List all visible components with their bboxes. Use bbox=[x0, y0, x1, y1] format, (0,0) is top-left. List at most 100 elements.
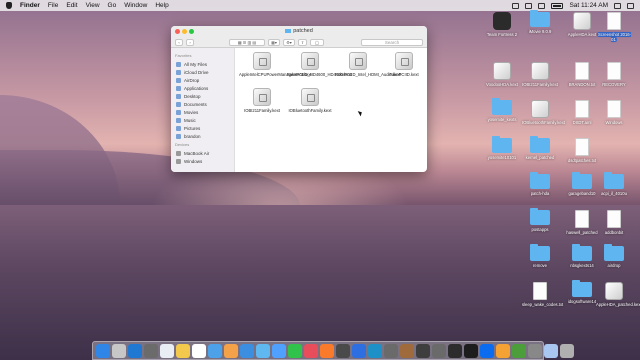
dock-app-icon[interactable] bbox=[416, 343, 430, 358]
desktop-icon-item[interactable]: nbsgkexts14 bbox=[564, 244, 600, 268]
apple-menu-icon[interactable] bbox=[6, 2, 12, 9]
dock-app-icon[interactable] bbox=[368, 343, 382, 358]
menu-app-name[interactable]: Finder bbox=[20, 2, 40, 9]
desktop-icon-item[interactable]: remove bbox=[522, 244, 558, 268]
sidebar-item-brandon[interactable]: brandon bbox=[171, 132, 234, 140]
desktop-icon-item[interactable]: DSDT.aml bbox=[564, 100, 600, 125]
sidebar-item-documents[interactable]: Documents bbox=[171, 100, 234, 108]
dock-app-icon[interactable] bbox=[480, 343, 494, 358]
desktop-icon-item[interactable]: AppleHDA.kext bbox=[564, 12, 600, 37]
sidebar-item-applications[interactable]: Applications bbox=[171, 84, 234, 92]
file-item[interactable]: FakePCIID_HD4600_HD4400.kext bbox=[287, 52, 352, 77]
spotlight-icon[interactable] bbox=[614, 2, 621, 9]
desktop-icon-item[interactable]: Screenshot 2016-01 bbox=[596, 12, 632, 42]
finder-titlebar[interactable]: patched bbox=[171, 26, 427, 37]
sidebar-item-pictures[interactable]: Pictures bbox=[171, 124, 234, 132]
dock-app-icon[interactable] bbox=[512, 343, 526, 358]
desktop-icon-item[interactable]: haswell_patched bbox=[564, 210, 600, 235]
battery-icon[interactable] bbox=[551, 2, 564, 9]
dock-app-icon[interactable] bbox=[496, 343, 510, 358]
desktop-icon-item[interactable]: yosemite10101 bbox=[484, 136, 520, 160]
desktop-icon-item[interactable]: postapps bbox=[522, 208, 558, 232]
desktop-icon-item[interactable]: Team Fortress 2 bbox=[484, 12, 520, 37]
dock-app-icon[interactable] bbox=[544, 343, 558, 358]
desktop-icon-item[interactable]: VoodooHDA.kext bbox=[484, 62, 520, 87]
desktop-icon-item[interactable]: sleep_wake_codes.txt bbox=[522, 282, 563, 307]
menu-window[interactable]: Window bbox=[124, 2, 147, 9]
sidebar-item-music[interactable]: Music bbox=[171, 116, 234, 124]
forward-button[interactable]: › bbox=[186, 38, 194, 46]
dock-app-icon[interactable] bbox=[128, 343, 142, 358]
dock-app-icon[interactable] bbox=[288, 343, 302, 358]
desktop-icon-item[interactable]: AppleHDA_patched.kext bbox=[596, 282, 640, 307]
file-item[interactable]: FakePCIID_Intel_HDMI_Audio.kext bbox=[335, 52, 401, 77]
desktop-icon-item[interactable]: IOBluetoothFamily.kext bbox=[522, 100, 565, 125]
dock-app-icon[interactable] bbox=[352, 343, 366, 358]
minimize-button[interactable] bbox=[182, 29, 187, 34]
view-mode-switcher[interactable]: ▦ ☰ ▥ ▤ bbox=[229, 38, 265, 46]
dock-app-icon[interactable] bbox=[336, 343, 350, 358]
menu-file[interactable]: File bbox=[48, 2, 58, 9]
dock-app-icon[interactable] bbox=[560, 343, 574, 358]
search-input[interactable]: Search bbox=[361, 38, 423, 46]
sidebar-item-all-my-files[interactable]: All My Files bbox=[171, 60, 234, 68]
dock-app-icon[interactable] bbox=[528, 343, 542, 358]
desktop-icon-item[interactable]: RECOVERY bbox=[596, 62, 632, 87]
desktop-icon-item[interactable]: patch-hda bbox=[522, 172, 558, 196]
menu-go[interactable]: Go bbox=[108, 2, 117, 9]
menu-view[interactable]: View bbox=[86, 2, 100, 9]
dock-app-icon[interactable] bbox=[384, 343, 398, 358]
desktop-icon-item[interactable]: addbonbit bbox=[596, 210, 632, 235]
volume-icon[interactable] bbox=[538, 2, 546, 9]
menu-help[interactable]: Help bbox=[155, 2, 168, 9]
dock-app-icon[interactable] bbox=[112, 343, 126, 358]
notification-center-icon[interactable] bbox=[627, 2, 634, 9]
file-item[interactable]: IOBluetoothFamily.kext bbox=[287, 88, 333, 113]
menu-edit[interactable]: Edit bbox=[66, 2, 77, 9]
desktop-icon-item[interactable]: dsdtpatches.txt bbox=[564, 138, 600, 163]
dock-app-icon[interactable] bbox=[192, 343, 206, 358]
desktop-icon-item[interactable]: acpi_il_4010u bbox=[596, 172, 632, 196]
arrange-menu[interactable]: ▦▾ bbox=[268, 38, 280, 46]
wifi-icon[interactable] bbox=[525, 2, 533, 9]
dock-app-icon[interactable] bbox=[240, 343, 254, 358]
desktop-icon-item[interactable]: kernel_patched bbox=[522, 136, 558, 160]
bluetooth-icon[interactable] bbox=[512, 2, 520, 9]
desktop-icon-item[interactable]: idogsoftware14 bbox=[564, 280, 600, 304]
menu-clock[interactable]: Sat 11:24 AM bbox=[569, 2, 608, 9]
desktop-icon-item[interactable]: yosemite_kexts bbox=[484, 98, 520, 122]
dock-app-icon[interactable] bbox=[448, 343, 462, 358]
desktop-icon-item[interactable]: airdrop bbox=[596, 244, 632, 268]
desktop-icon-item[interactable]: Windows bbox=[596, 100, 632, 125]
file-item[interactable]: IOBI211Family.kext bbox=[239, 88, 285, 113]
file-item[interactable]: AppleIntelCPUPowerManagement.kext bbox=[239, 52, 312, 77]
desktop-icon-item[interactable]: iMovie 9.0.9 bbox=[522, 10, 558, 34]
dock-app-icon[interactable] bbox=[464, 343, 478, 358]
zoom-button[interactable] bbox=[189, 29, 194, 34]
dock-app-icon[interactable] bbox=[224, 343, 238, 358]
sidebar-item-movies[interactable]: Movies bbox=[171, 108, 234, 116]
sidebar-item-icloud-drive[interactable]: iCloud Drive bbox=[171, 68, 234, 76]
dock-app-icon[interactable] bbox=[432, 343, 446, 358]
dock-app-icon[interactable] bbox=[160, 343, 174, 358]
dock-app-icon[interactable] bbox=[256, 343, 270, 358]
sidebar-item-desktop[interactable]: Desktop bbox=[171, 92, 234, 100]
dock-app-icon[interactable] bbox=[144, 343, 158, 358]
sidebar-item-macbook-air[interactable]: MacBook Air bbox=[171, 149, 234, 157]
sidebar-item-airdrop[interactable]: AirDrop bbox=[171, 76, 234, 84]
share-button[interactable]: ⇪ bbox=[298, 38, 307, 46]
action-menu[interactable]: ⚙▾ bbox=[283, 38, 295, 46]
desktop-icon-item[interactable]: BRANDON.txt bbox=[564, 62, 600, 87]
desktop-icon-item[interactable]: IOBI211Family.kext bbox=[522, 62, 558, 87]
back-button[interactable]: ‹ bbox=[175, 38, 183, 46]
close-button[interactable] bbox=[175, 29, 180, 34]
dock-app-icon[interactable] bbox=[272, 343, 286, 358]
dock-app-icon[interactable] bbox=[320, 343, 334, 358]
dock-app-icon[interactable] bbox=[304, 343, 318, 358]
desktop-icon-item[interactable]: garageband10 bbox=[564, 172, 600, 196]
file-item[interactable]: FakePCIID.kext bbox=[381, 52, 427, 77]
dock-app-icon[interactable] bbox=[208, 343, 222, 358]
tags-button[interactable]: ◯ bbox=[310, 38, 324, 46]
sidebar-item-windows[interactable]: Windows bbox=[171, 157, 234, 165]
dock-app-icon[interactable] bbox=[400, 343, 414, 358]
